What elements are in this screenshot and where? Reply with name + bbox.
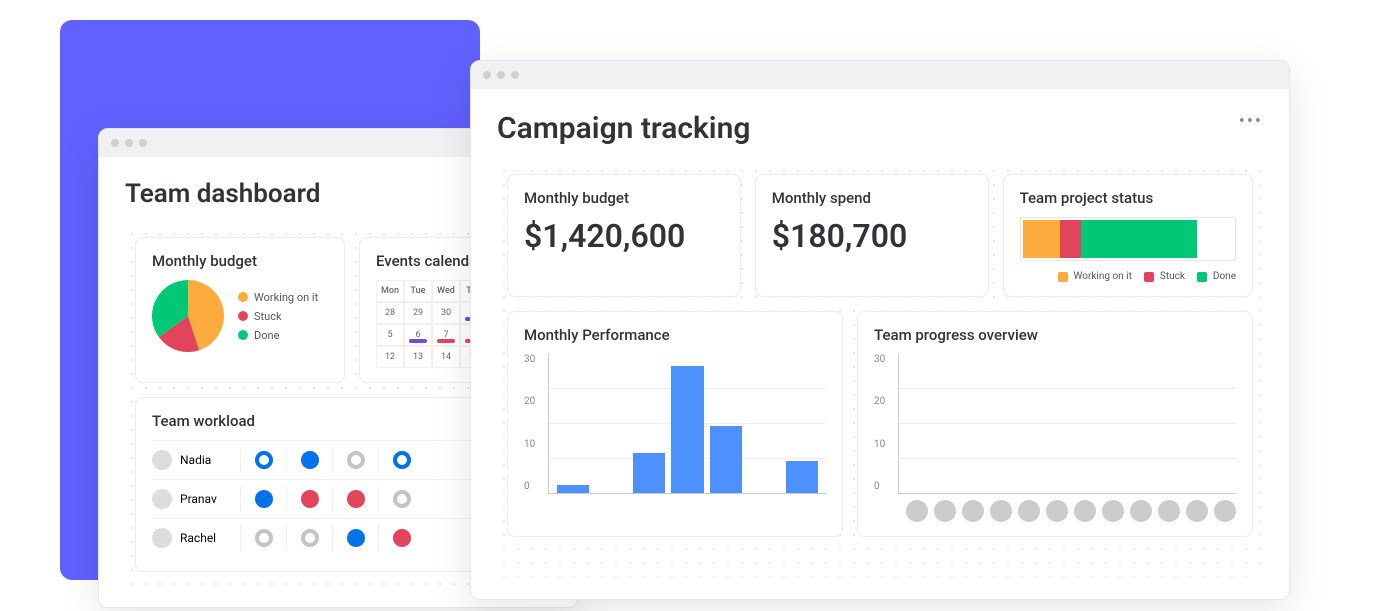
- campaign-tracking-window: ••• Campaign tracking Monthly budget $1,…: [470, 60, 1290, 600]
- status-dot[interactable]: [301, 490, 319, 508]
- card-title: Team workload: [152, 412, 524, 430]
- avatar: [1102, 500, 1124, 522]
- avatar: [1130, 500, 1152, 522]
- status-dot[interactable]: [347, 490, 365, 508]
- status-dot[interactable]: [393, 529, 411, 547]
- team-progress-card[interactable]: Team progress overview 3020100: [857, 311, 1253, 537]
- status-dot[interactable]: [255, 451, 273, 469]
- traffic-light-icon: [125, 139, 133, 147]
- more-icon[interactable]: •••: [1239, 111, 1263, 132]
- avatar: [934, 500, 956, 522]
- card-title: Monthly budget: [152, 252, 328, 270]
- avatar: [1214, 500, 1236, 522]
- status-dot[interactable]: [255, 490, 273, 508]
- traffic-light-icon: [111, 139, 119, 147]
- card-title: Monthly spend: [772, 189, 972, 207]
- pie-chart-icon: [152, 280, 224, 352]
- avatar: [1074, 500, 1096, 522]
- status-dot[interactable]: [301, 451, 319, 469]
- avatar: [152, 489, 172, 509]
- team-project-status-card[interactable]: Team project status Working on itStuckDo…: [1003, 174, 1253, 297]
- page-title: Campaign tracking: [497, 111, 1263, 146]
- avatar: [1186, 500, 1208, 522]
- spend-value: $180,700: [772, 217, 972, 255]
- avatar: [906, 500, 928, 522]
- status-dot[interactable]: [393, 490, 411, 508]
- monthly-performance-card[interactable]: Monthly Performance 3020100: [507, 311, 843, 537]
- monthly-spend-card[interactable]: Monthly spend $180,700: [755, 174, 989, 297]
- card-title: Monthly budget: [524, 189, 724, 207]
- avatar: [1046, 500, 1068, 522]
- traffic-light-icon: [497, 71, 505, 79]
- card-title: Team progress overview: [874, 326, 1236, 344]
- workload-table: NadiaPranavRachel: [152, 440, 524, 557]
- status-bar-chart: [1020, 217, 1236, 261]
- traffic-light-icon: [139, 139, 147, 147]
- window-titlebar: [471, 61, 1289, 89]
- traffic-light-icon: [483, 71, 491, 79]
- status-dot[interactable]: [347, 451, 365, 469]
- status-legend: Working on itStuckDone: [1020, 271, 1236, 282]
- status-dot[interactable]: [347, 529, 365, 547]
- avatar: [990, 500, 1012, 522]
- avatar: [962, 500, 984, 522]
- x-axis-avatars: [874, 494, 1236, 522]
- traffic-light-icon: [511, 71, 519, 79]
- avatar: [152, 528, 172, 548]
- avatar: [152, 450, 172, 470]
- y-axis: 3020100: [874, 354, 898, 494]
- bar-chart: [548, 354, 826, 494]
- status-dot[interactable]: [393, 451, 411, 469]
- budget-value: $1,420,600: [524, 217, 724, 255]
- pie-legend: Working on itStuckDone: [238, 291, 318, 342]
- monthly-budget-card[interactable]: Monthly budget $1,420,600: [507, 174, 741, 297]
- card-title: Monthly Performance: [524, 326, 826, 344]
- monthly-budget-card[interactable]: Monthly budget Working on itStuckDone: [135, 237, 345, 383]
- y-axis: 3020100: [524, 354, 548, 494]
- stacked-bar-chart: [898, 354, 1236, 494]
- card-title: Team project status: [1020, 189, 1236, 207]
- status-dot[interactable]: [301, 529, 319, 547]
- status-dot[interactable]: [255, 529, 273, 547]
- avatar: [1018, 500, 1040, 522]
- avatar: [1158, 500, 1180, 522]
